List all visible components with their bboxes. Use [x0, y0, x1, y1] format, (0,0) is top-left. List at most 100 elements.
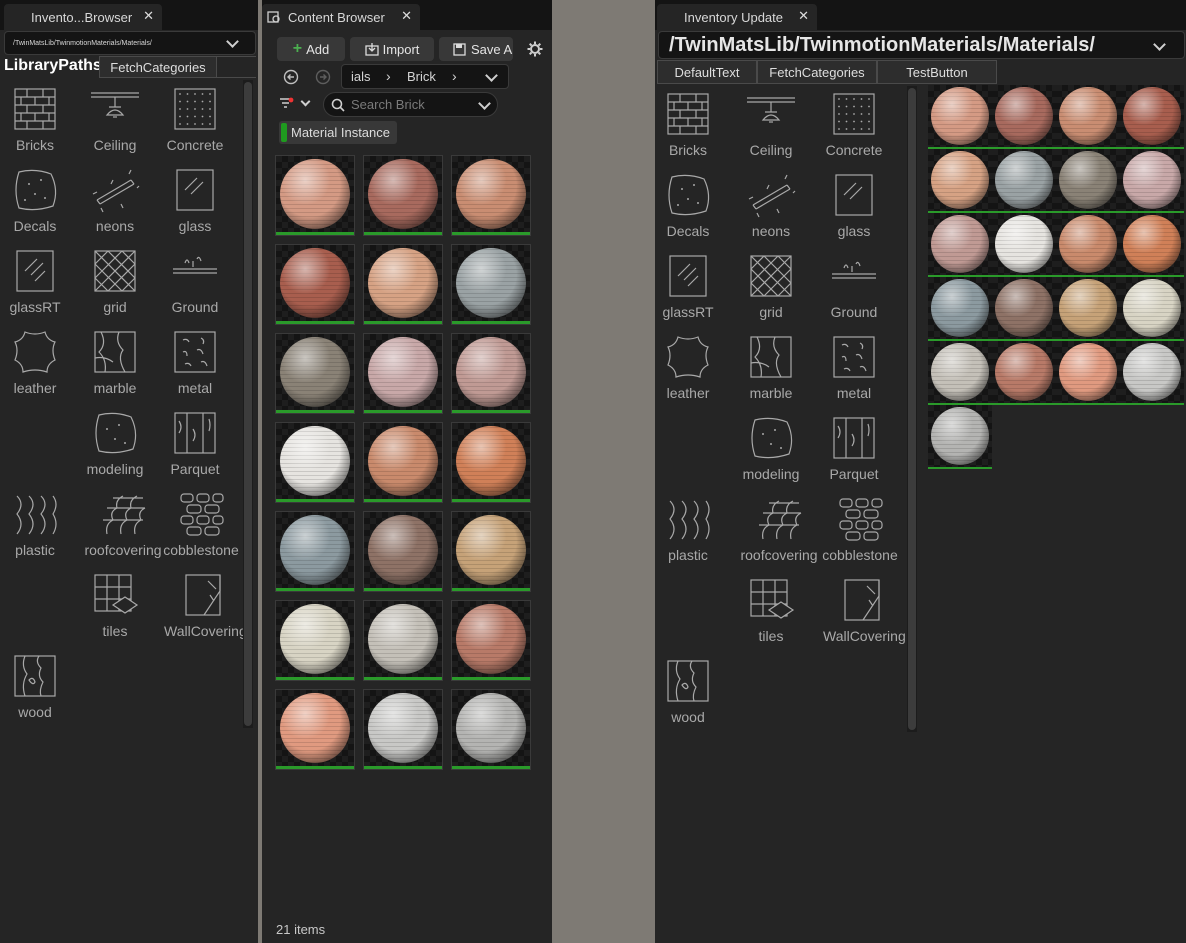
- search-input[interactable]: Search Brick: [323, 92, 498, 117]
- asset-tile[interactable]: [275, 244, 355, 325]
- inventory-material-tile[interactable]: [1120, 341, 1184, 405]
- left-scrollbar-thumb[interactable]: [244, 82, 252, 726]
- right-scrollbar-thumb[interactable]: [908, 88, 916, 730]
- inventory-material-tile[interactable]: [1056, 277, 1120, 341]
- category-roofcovering[interactable]: roofcovering: [739, 494, 819, 563]
- chevron-right-icon[interactable]: ›: [386, 68, 391, 84]
- asset-tile[interactable]: [451, 244, 531, 325]
- inventory-material-tile[interactable]: [992, 85, 1056, 149]
- asset-tile[interactable]: [275, 422, 355, 503]
- inventory-material-tile[interactable]: [992, 277, 1056, 341]
- inventory-material-tile[interactable]: [1120, 213, 1184, 277]
- category-wood[interactable]: wood: [655, 656, 728, 725]
- asset-tile[interactable]: [451, 600, 531, 681]
- asset-tile[interactable]: [451, 511, 531, 592]
- category-ceiling[interactable]: Ceiling: [75, 84, 155, 153]
- save-all-button[interactable]: Save A: [439, 37, 513, 61]
- test-button[interactable]: TestButton: [877, 60, 997, 84]
- category-parquet[interactable]: Parquet: [155, 408, 235, 477]
- category-decals[interactable]: Decals: [0, 165, 75, 234]
- inventory-material-tile[interactable]: [992, 341, 1056, 405]
- inventory-material-tile[interactable]: [992, 149, 1056, 213]
- asset-tile[interactable]: [451, 422, 531, 503]
- left-path-dropdown[interactable]: /TwinMatsLib/TwinmotionMaterials/Materia…: [4, 31, 256, 55]
- breadcrumb-item-brick[interactable]: Brick: [407, 69, 436, 84]
- asset-tile[interactable]: [363, 511, 443, 592]
- fetch-categories-button[interactable]: FetchCategories: [757, 60, 877, 84]
- asset-tile[interactable]: [363, 422, 443, 503]
- category-wallcovering[interactable]: WallCovering: [823, 575, 906, 644]
- category-ceiling[interactable]: Ceiling: [731, 89, 811, 158]
- category-cobblestone[interactable]: cobblestone: [820, 494, 900, 563]
- filter-chip-material-instance[interactable]: Material Instance: [279, 121, 397, 144]
- category-cobblestone[interactable]: cobblestone: [161, 489, 241, 558]
- category-marble[interactable]: marble: [75, 327, 155, 396]
- inventory-material-tile[interactable]: [928, 341, 992, 405]
- tab-inventory-browser[interactable]: Invento...Browser ✕: [4, 4, 162, 30]
- asset-tile[interactable]: [275, 600, 355, 681]
- category-wood[interactable]: wood: [0, 651, 75, 720]
- category-tiles[interactable]: tiles: [731, 575, 811, 644]
- asset-tile[interactable]: [275, 333, 355, 414]
- left-scrollbar[interactable]: [243, 80, 253, 728]
- category-plastic[interactable]: plastic: [0, 489, 75, 558]
- chevron-right-icon[interactable]: ›: [452, 68, 457, 84]
- asset-tile[interactable]: [363, 689, 443, 770]
- inventory-material-tile[interactable]: [1056, 341, 1120, 405]
- asset-tile[interactable]: [363, 333, 443, 414]
- asset-tile[interactable]: [363, 155, 443, 236]
- asset-tile[interactable]: [363, 244, 443, 325]
- asset-tile[interactable]: [451, 689, 531, 770]
- category-grid[interactable]: grid: [731, 251, 811, 320]
- category-grid[interactable]: grid: [75, 246, 155, 315]
- inventory-material-tile[interactable]: [928, 277, 992, 341]
- history-forward-icon[interactable]: [315, 69, 331, 85]
- inventory-material-tile[interactable]: [1120, 149, 1184, 213]
- right-scrollbar[interactable]: [907, 86, 917, 732]
- category-glass[interactable]: glass: [155, 165, 235, 234]
- inventory-material-tile[interactable]: [928, 85, 992, 149]
- category-wallcovering[interactable]: WallCovering: [164, 570, 247, 639]
- inventory-path-dropdown[interactable]: /TwinMatsLib/TwinmotionMaterials/Materia…: [658, 31, 1185, 59]
- default-text-button[interactable]: DefaultText: [657, 60, 757, 84]
- close-icon[interactable]: ✕: [143, 8, 154, 24]
- category-tiles[interactable]: tiles: [75, 570, 155, 639]
- inventory-material-tile[interactable]: [1056, 149, 1120, 213]
- category-modeling[interactable]: modeling: [75, 408, 155, 477]
- asset-tile[interactable]: [275, 511, 355, 592]
- filter-button[interactable]: [279, 95, 313, 113]
- category-roofcovering[interactable]: roofcovering: [83, 489, 163, 558]
- category-bricks[interactable]: Bricks: [0, 84, 75, 153]
- inventory-material-tile[interactable]: [928, 149, 992, 213]
- tab-content-browser[interactable]: Content Browser ✕: [262, 4, 420, 30]
- category-neons[interactable]: neons: [731, 170, 811, 239]
- category-decals[interactable]: Decals: [655, 170, 728, 239]
- close-icon[interactable]: ✕: [798, 8, 809, 24]
- tab-library-paths[interactable]: LibraryPaths: [4, 57, 102, 77]
- inventory-material-tile[interactable]: [1056, 85, 1120, 149]
- inventory-material-tile[interactable]: [928, 405, 992, 469]
- import-button[interactable]: Import: [350, 37, 434, 61]
- tab-inventory-update[interactable]: Inventory Update ✕: [657, 4, 817, 30]
- settings-gear-icon[interactable]: [527, 41, 543, 57]
- asset-tile[interactable]: [275, 155, 355, 236]
- close-icon[interactable]: ✕: [401, 8, 412, 24]
- category-ground[interactable]: Ground: [814, 251, 894, 320]
- inventory-material-tile[interactable]: [928, 213, 992, 277]
- category-glassrt[interactable]: glassRT: [655, 251, 728, 320]
- asset-tile[interactable]: [275, 689, 355, 770]
- category-glass[interactable]: glass: [814, 170, 894, 239]
- inventory-material-tile[interactable]: [992, 213, 1056, 277]
- category-concrete[interactable]: Concrete: [814, 89, 894, 158]
- category-bricks[interactable]: Bricks: [655, 89, 728, 158]
- tab-fetch-categories[interactable]: FetchCategories: [99, 56, 217, 78]
- asset-tile[interactable]: [363, 600, 443, 681]
- category-concrete[interactable]: Concrete: [155, 84, 235, 153]
- category-glassrt[interactable]: glassRT: [0, 246, 75, 315]
- category-parquet[interactable]: Parquet: [814, 413, 894, 482]
- category-leather[interactable]: leather: [0, 327, 75, 396]
- category-metal[interactable]: metal: [155, 327, 235, 396]
- inventory-material-tile[interactable]: [1120, 277, 1184, 341]
- category-marble[interactable]: marble: [731, 332, 811, 401]
- category-plastic[interactable]: plastic: [655, 494, 728, 563]
